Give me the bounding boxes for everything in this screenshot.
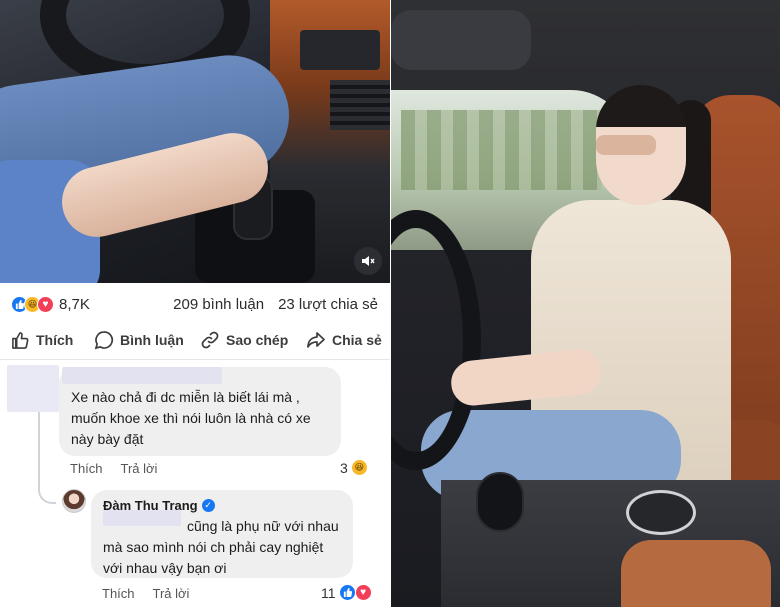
facebook-post: 😆 ♥ 8,7K 209 bình luận 23 lượt chia sẻ T… <box>0 0 390 607</box>
avatar[interactable] <box>62 489 86 513</box>
share-label: Chia sẻ <box>332 332 382 348</box>
comment-reply-link[interactable]: Trả lời <box>121 461 158 476</box>
post-video[interactable] <box>0 0 390 283</box>
shares-count[interactable]: 23 lượt chia sẻ <box>278 296 378 313</box>
reaction-count: 8,7K <box>59 296 90 313</box>
reply-reaction-count: 11 <box>321 584 336 601</box>
comment-label: Bình luận <box>120 332 184 348</box>
post-stats: 😆 ♥ 8,7K 209 bình luận 23 lượt chia sẻ <box>0 289 390 319</box>
love-reaction-icon: ♥ <box>354 584 372 601</box>
reply-bubble: Đàm Thu Trang ✓ cũng là phụ nữ với nhau … <box>91 490 353 578</box>
share-icon <box>306 330 326 350</box>
comment-actions: Thích Trả lời <box>70 461 157 476</box>
comment-text: Xe nào chả đi dc miễn là biết lái mà , m… <box>71 389 311 447</box>
verified-icon: ✓ <box>201 498 215 512</box>
link-icon <box>200 330 220 350</box>
driver-photo <box>391 0 780 607</box>
like-button[interactable]: Thích <box>10 330 73 350</box>
comment-reactions[interactable]: 3 😆 <box>340 459 368 476</box>
redacted-avatar[interactable] <box>7 365 59 412</box>
comment-like-link[interactable]: Thích <box>70 461 103 476</box>
like-icon <box>10 330 30 350</box>
redacted-tag <box>103 510 181 526</box>
comment-icon <box>94 330 114 350</box>
share-button[interactable]: Chia sẻ <box>306 330 382 350</box>
reply-actions: Thích Trả lời <box>102 586 189 601</box>
mute-icon[interactable] <box>354 247 382 275</box>
divider <box>0 359 390 360</box>
love-reaction-icon: ♥ <box>37 296 54 313</box>
comments-count[interactable]: 209 bình luận <box>173 296 264 313</box>
redacted-name <box>62 367 222 384</box>
like-label: Thích <box>36 332 74 348</box>
copy-button[interactable]: Sao chép <box>200 330 288 350</box>
like-reaction-icon <box>338 584 356 601</box>
post-actions: Thích Bình luận Sao chép Chia sẻ <box>0 322 390 358</box>
reply-like-link[interactable]: Thích <box>102 586 135 601</box>
comment-reaction-count: 3 <box>340 459 348 476</box>
reply-reply-link[interactable]: Trả lời <box>153 586 190 601</box>
haha-reaction-icon: 😆 <box>350 459 368 476</box>
reaction-summary[interactable]: 😆 ♥ 8,7K <box>11 296 90 313</box>
reply-thread-line <box>38 412 56 504</box>
reply-reactions[interactable]: 11 ♥ <box>321 584 372 601</box>
comment-button[interactable]: Bình luận <box>94 330 184 350</box>
copy-label: Sao chép <box>226 332 289 348</box>
